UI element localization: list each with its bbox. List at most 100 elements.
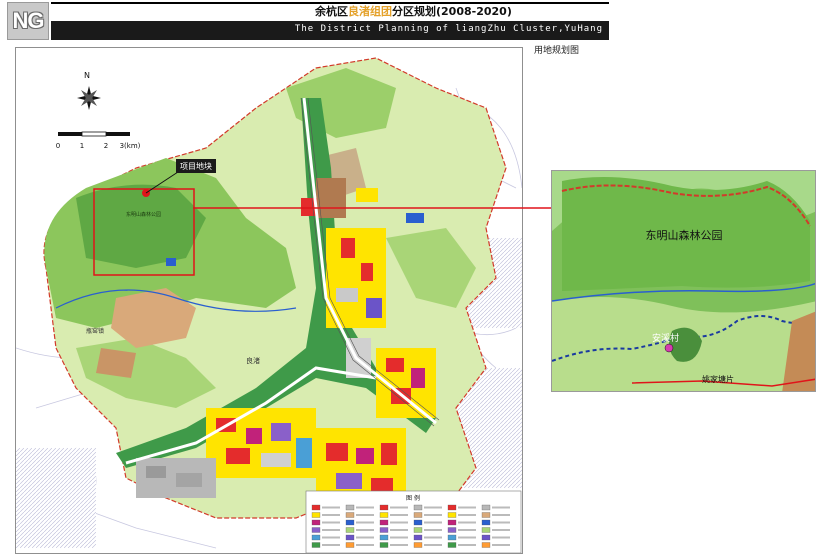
legend-swatch (345, 542, 355, 548)
legend-label-placeholder (424, 529, 442, 531)
legend-swatch (481, 512, 491, 518)
village-area-pingyao (96, 348, 136, 378)
legend-label-placeholder (424, 514, 442, 516)
place-label-liangzhu: 良渚 (246, 356, 260, 365)
legend-label-placeholder (424, 521, 442, 524)
legend-swatch (481, 534, 491, 541)
legend-label-placeholder (322, 529, 340, 531)
legend-swatch (345, 512, 355, 518)
legend-title: 图 例 (406, 494, 420, 502)
legend-label-placeholder (356, 521, 374, 524)
title-suffix: 分区规划(2008-2020) (392, 5, 512, 18)
map-legend: 图 例 (305, 490, 522, 553)
scale-label-3: 3(km) (120, 142, 141, 150)
legend-label-placeholder (390, 521, 408, 524)
legend-label-placeholder (458, 514, 476, 516)
legend-label-placeholder (356, 506, 374, 509)
legend-label-placeholder (458, 521, 476, 524)
north-label: N (84, 71, 90, 80)
legend-label-placeholder (356, 514, 374, 516)
legend-swatch (311, 534, 321, 541)
inset-park-name: 东明山森林公园 (646, 228, 723, 242)
scale-label-1: 1 (80, 142, 84, 150)
legend-label-placeholder (492, 536, 510, 539)
legend-swatch (481, 504, 491, 511)
page-title: 余杭区良渚组团分区规划(2008-2020) (315, 3, 512, 19)
legend-label-placeholder (492, 521, 510, 524)
header-banner: NG 余杭区良渚组团分区规划(2008-2020) The District P… (7, 0, 609, 40)
inset-village-marker (664, 343, 674, 353)
legend-label-placeholder (492, 514, 510, 516)
ng-logo: NG (7, 2, 49, 40)
legend-swatch (379, 512, 389, 518)
legend-label-placeholder (458, 529, 476, 531)
map-sublabel: 用地规划图 (534, 46, 580, 56)
scale-label-0: 0 (56, 142, 60, 150)
legend-label-placeholder (390, 514, 408, 516)
legend-swatch (311, 512, 321, 518)
legend-swatch (311, 542, 321, 548)
legend-swatch (447, 542, 457, 548)
legend-label-placeholder (492, 544, 510, 546)
place-label-forest-park: 东明山森林公园 (126, 211, 161, 218)
legend-label-placeholder (458, 506, 476, 509)
inset-yao-label: 姚家塘片 (702, 374, 734, 384)
place-label-pingyao: 瓶窑镇 (86, 327, 104, 335)
legend-label-placeholder (390, 529, 408, 531)
legend-swatch (311, 527, 321, 533)
land-use-map: 项目地块 东明山森林公园 良渚 瓶窑镇 N 0 1 2 3(km) 图 例 (15, 47, 523, 554)
legend-swatch (413, 519, 423, 526)
legend-label-placeholder (424, 536, 442, 539)
legend-swatch (379, 519, 389, 526)
legend-label-placeholder (458, 544, 476, 546)
legend-label-placeholder (424, 506, 442, 509)
legend-label-placeholder (322, 521, 340, 524)
title-prefix: 余杭区 (315, 5, 348, 18)
inset-zoom-svg: 东明山森林公园 安溪村 姚家塘片 (552, 171, 815, 391)
legend-label-placeholder (322, 544, 340, 546)
legend-swatch (345, 534, 355, 541)
legend-swatch (413, 534, 423, 541)
legend-label-placeholder (492, 506, 510, 509)
legend-swatch (311, 504, 321, 511)
legend-label-placeholder (390, 506, 408, 509)
page-subtitle: The District Planning of liangZhu Cluste… (294, 24, 603, 34)
legend-label-placeholder (356, 544, 374, 546)
legend-swatch (413, 527, 423, 533)
inset-zoom-map: 东明山森林公园 安溪村 姚家塘片 (551, 170, 816, 392)
legend-swatch (379, 504, 389, 511)
legend-swatch (379, 527, 389, 533)
legend-swatch (481, 527, 491, 533)
legend-swatch (447, 504, 457, 511)
legend-swatch (413, 512, 423, 518)
title-highlight: 良渚组团 (348, 5, 392, 18)
legend-swatch (447, 519, 457, 526)
legend-swatch (345, 504, 355, 511)
legend-label-placeholder (322, 506, 340, 509)
legend-swatch (447, 527, 457, 533)
land-use-map-svg: 项目地块 东明山森林公园 良渚 瓶窑镇 N 0 1 2 3(km) 图 例 (16, 48, 522, 553)
callout-label: 项目地块 (180, 161, 212, 171)
legend-label-placeholder (390, 544, 408, 546)
legend-swatch (447, 534, 457, 541)
legend-swatch (481, 519, 491, 526)
legend-swatch (413, 504, 423, 511)
legend-label-placeholder (356, 536, 374, 539)
legend-swatch (379, 542, 389, 548)
legend-label-placeholder (458, 536, 476, 539)
legend-label-placeholder (492, 529, 510, 531)
legend-swatch (481, 542, 491, 548)
legend-swatch (413, 542, 423, 548)
legend-label-placeholder (424, 544, 442, 546)
scale-label-2: 2 (104, 142, 108, 150)
legend-label-placeholder (356, 529, 374, 531)
legend-swatch (311, 519, 321, 526)
legend-label-placeholder (322, 514, 340, 516)
legend-swatch (345, 527, 355, 533)
legend-swatch (379, 534, 389, 541)
legend-label-placeholder (322, 536, 340, 539)
legend-swatch (447, 512, 457, 518)
legend-label-placeholder (390, 536, 408, 539)
legend-swatch (345, 519, 355, 526)
inset-village-label: 安溪村 (652, 332, 679, 344)
